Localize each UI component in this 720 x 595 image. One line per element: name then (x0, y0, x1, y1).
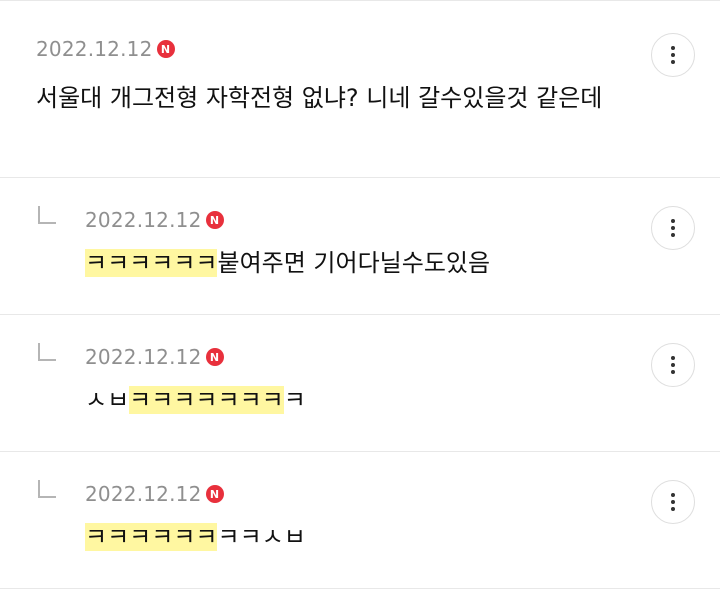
more-options-button[interactable] (651, 343, 695, 387)
comment-item: 2022.12.12 N 서울대 개그전형 자학전형 없냐? 니네 갈수있을것 … (0, 0, 720, 178)
comment-text-part: 서울대 개그전형 자학전형 없냐? 니네 갈수있을것 같은데 (36, 84, 603, 112)
reply-text-highlight: ㅋㅋㅋㅋㅋㅋㅋ (129, 386, 284, 414)
reply-text-highlight: ㅋㅋㅋㅋㅋㅋ (85, 523, 218, 551)
reply-arrow-icon (38, 343, 56, 361)
reply-date: 2022.12.12 (85, 208, 202, 232)
reply-arrow-icon (38, 206, 56, 224)
more-vertical-icon (671, 219, 675, 237)
new-badge-icon: N (156, 40, 175, 58)
reply-text: ㅋㅋㅋㅋㅋㅋ붙여주면 기어다닐수도있음 (85, 244, 490, 282)
more-options-button[interactable] (651, 480, 695, 524)
comment-list: 2022.12.12 N 서울대 개그전형 자학전형 없냐? 니네 갈수있을것 … (0, 0, 720, 589)
new-badge-icon: N (205, 211, 224, 229)
reply-arrow-icon (38, 480, 56, 498)
more-vertical-icon (671, 356, 675, 374)
comment-meta: 2022.12.12 N (36, 37, 175, 61)
reply-date: 2022.12.12 (85, 345, 202, 369)
more-options-button[interactable] (651, 206, 695, 250)
more-options-button[interactable] (651, 33, 695, 77)
more-vertical-icon (671, 493, 675, 511)
reply-meta: 2022.12.12 N (85, 208, 224, 232)
new-badge-icon: N (205, 348, 224, 366)
comment-text: 서울대 개그전형 자학전형 없냐? 니네 갈수있을것 같은데 (36, 79, 606, 117)
reply-item: 2022.12.12 N ㅅㅂㅋㅋㅋㅋㅋㅋㅋㅋ (0, 315, 720, 452)
reply-text-part: ㅋ (283, 386, 306, 414)
reply-text-part: ㅋㅋㅅㅂ (217, 523, 306, 551)
reply-meta: 2022.12.12 N (85, 345, 224, 369)
reply-text-part: ㅅㅂ (85, 386, 130, 414)
reply-item: 2022.12.12 N ㅋㅋㅋㅋㅋㅋㅋㅋㅅㅂ (0, 452, 720, 589)
reply-text: ㅅㅂㅋㅋㅋㅋㅋㅋㅋㅋ (85, 381, 306, 419)
reply-text-part: 붙여주면 기어다닐수도있음 (217, 249, 491, 277)
reply-item: 2022.12.12 N ㅋㅋㅋㅋㅋㅋ붙여주면 기어다닐수도있음 (0, 178, 720, 315)
reply-text: ㅋㅋㅋㅋㅋㅋㅋㅋㅅㅂ (85, 518, 306, 556)
more-vertical-icon (671, 46, 675, 64)
comment-date: 2022.12.12 (36, 37, 153, 61)
reply-text-highlight: ㅋㅋㅋㅋㅋㅋ (85, 249, 218, 277)
new-badge-icon: N (205, 485, 224, 503)
reply-date: 2022.12.12 (85, 482, 202, 506)
reply-meta: 2022.12.12 N (85, 482, 224, 506)
